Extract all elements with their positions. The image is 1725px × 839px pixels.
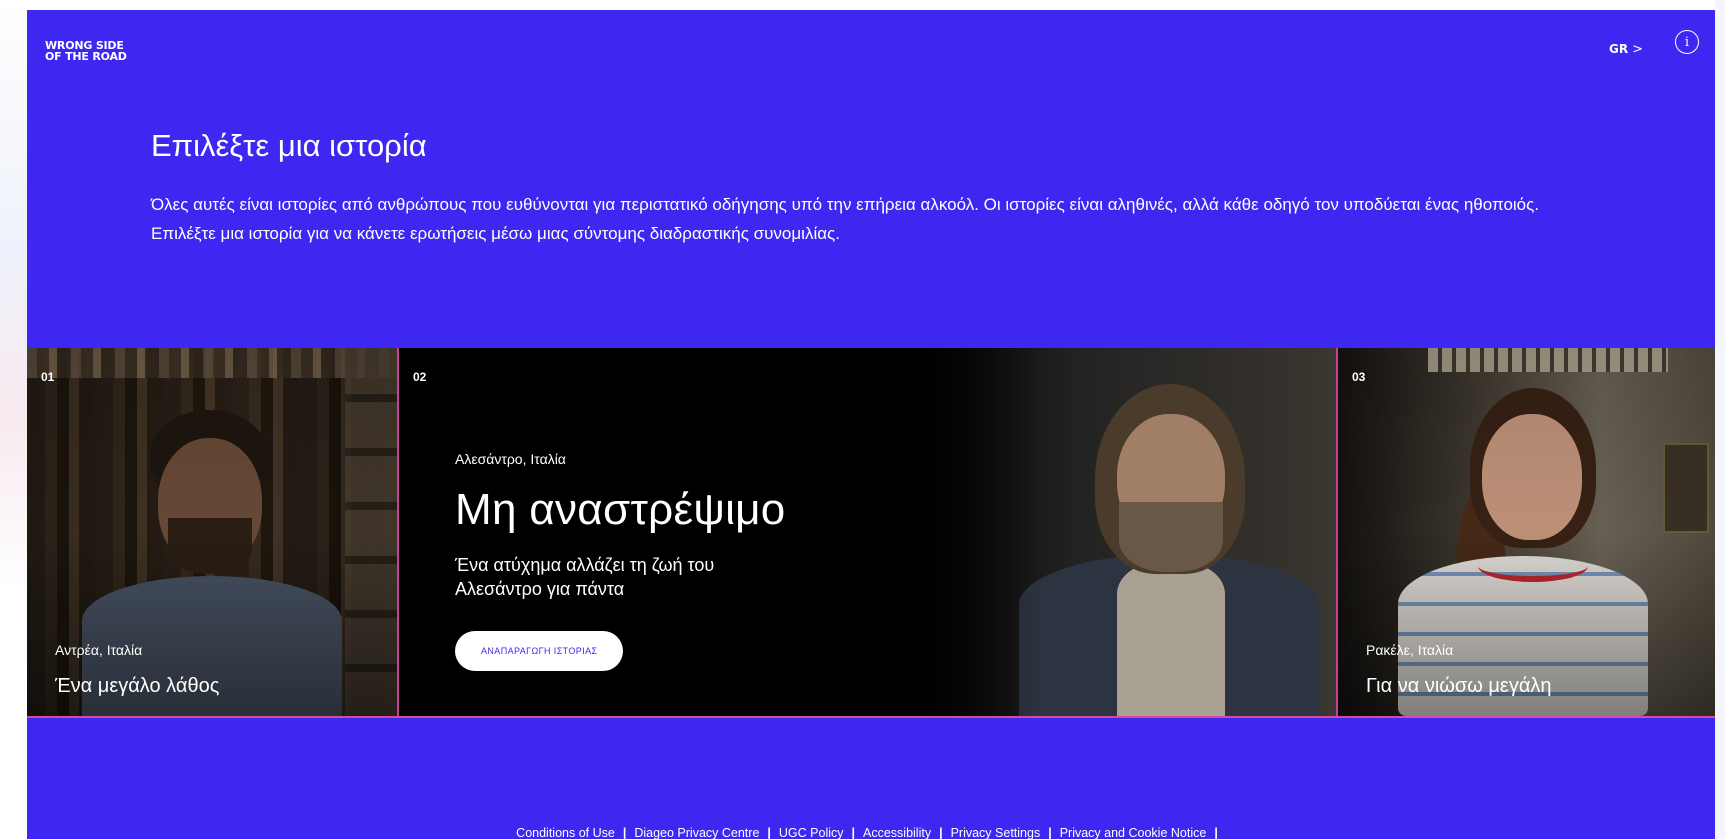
footer-link-accessibility[interactable]: Accessibility bbox=[863, 826, 931, 839]
story-number: 03 bbox=[1352, 370, 1366, 384]
footer-separator: | bbox=[767, 826, 771, 839]
footer-separator: | bbox=[622, 826, 627, 839]
story-title: Για να νιώσω μεγάλη bbox=[1366, 675, 1552, 697]
story-title: Ένα μεγάλο λάθος bbox=[55, 675, 220, 697]
footer-link-diageo-privacy-centre[interactable]: Diageo Privacy Centre bbox=[634, 826, 759, 839]
page-backdrop-left bbox=[0, 0, 27, 839]
intro-text: Όλες αυτές είναι ιστορίες από ανθρώπους … bbox=[151, 190, 1591, 248]
info-icon-button[interactable]: i bbox=[1675, 30, 1699, 54]
intro-paragraph-2: Επιλέξτε μια ιστορία για να κάνετε ερωτή… bbox=[151, 224, 840, 243]
info-icon: i bbox=[1684, 34, 1690, 50]
story-place: Αλεσάντρο, Ιταλία bbox=[455, 451, 566, 467]
actor-alessandro-portrait bbox=[999, 384, 1329, 716]
story-description: Ένα ατύχημα αλλάζει τη ζωή του Αλεσάντρο… bbox=[455, 553, 975, 601]
footer-links: Conditions of Use | Diageo Privacy Centre |… bbox=[27, 826, 1715, 839]
story-caption: Ρακέλε, Ιταλία Για να νιώσω μεγάλη bbox=[1366, 642, 1552, 698]
story-card-3[interactable]: 03 Ρακέλε, Ιταλία Για να νιώσω μεγάλη bbox=[1338, 348, 1715, 716]
language-code: GR bbox=[1609, 42, 1629, 56]
language-selector[interactable]: GR > bbox=[1609, 37, 1643, 61]
actor-beard bbox=[1119, 502, 1223, 572]
page-title: Επιλέξτε μια ιστορία bbox=[151, 128, 427, 163]
story-selection-page: WRONG SIDE OF THE ROAD GR > i Επιλέξτε μ… bbox=[27, 10, 1715, 839]
story-number: 02 bbox=[413, 370, 427, 384]
logo-line-2: OF THE ROAD bbox=[45, 50, 127, 63]
page-backdrop-right bbox=[1715, 0, 1725, 839]
story-number: 01 bbox=[41, 370, 55, 384]
story-description-line-1: Ένα ατύχημα αλλάζει τη ζωή του bbox=[455, 555, 715, 575]
footer-link-privacy-and-cookie-notice[interactable]: Privacy and Cookie Notice bbox=[1060, 826, 1207, 839]
featured-story-details: Αλεσάντρο, Ιταλία Μη αναστρέψιμο Ένα ατύ… bbox=[455, 451, 975, 671]
chevron-right-icon: > bbox=[1632, 41, 1643, 57]
footer-separator: | bbox=[851, 826, 856, 839]
play-story-button[interactable]: ΑΝΑΠΑΡΑΓΩΓΗ ΙΣΤΟΡΙΑΣ bbox=[455, 631, 624, 671]
story-cards: 01 Αντρέα, Ιταλία Ένα μεγάλο λάθος 02 Αλ… bbox=[27, 348, 1715, 718]
footer-separator: | bbox=[939, 826, 943, 839]
story-caption: Αντρέα, Ιταλία Ένα μεγάλο λάθος bbox=[55, 642, 219, 698]
footer-link-privacy-settings[interactable]: Privacy Settings bbox=[951, 826, 1041, 839]
story-card-1[interactable]: 01 Αντρέα, Ιταλία Ένα μεγάλο λάθος bbox=[27, 348, 399, 716]
story-description-line-2: Αλεσάντρο για πάντα bbox=[455, 579, 625, 599]
story-card-2-featured[interactable]: 02 Αλεσάντρο, Ιταλία Μη αναστρέψιμο Ένα … bbox=[399, 348, 1338, 716]
story-place: Αντρέα, Ιταλία bbox=[55, 642, 143, 658]
story-place: Ρακέλε, Ιταλία bbox=[1366, 642, 1454, 658]
intro-paragraph-1: Όλες αυτές είναι ιστορίες από ανθρώπους … bbox=[151, 195, 1540, 214]
footer-link-ugc-policy[interactable]: UGC Policy bbox=[779, 826, 844, 839]
footer-separator: | bbox=[1048, 826, 1052, 839]
story-title: Μη αναστρέψιμο bbox=[455, 485, 786, 534]
footer-separator: | bbox=[1214, 826, 1218, 839]
actor-shirt bbox=[1117, 562, 1225, 716]
wrong-side-of-the-road-logo[interactable]: WRONG SIDE OF THE ROAD bbox=[45, 40, 127, 62]
footer-link-conditions-of-use[interactable]: Conditions of Use bbox=[516, 826, 615, 839]
